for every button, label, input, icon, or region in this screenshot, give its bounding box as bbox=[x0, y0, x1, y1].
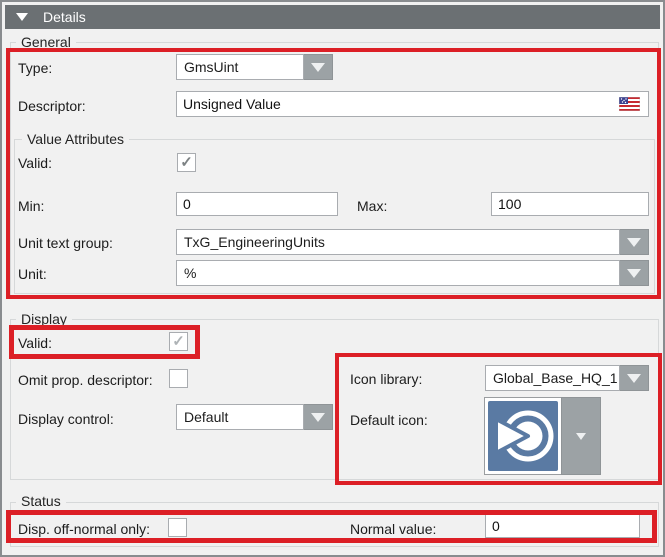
unit-text-group-label: Unit text group: bbox=[18, 235, 113, 251]
unit-dropdown-button[interactable] bbox=[620, 260, 649, 286]
normal-value-label: Normal value: bbox=[350, 521, 437, 537]
checkmark-icon: ✓ bbox=[180, 154, 193, 171]
icon-library-value[interactable]: Global_Base_HQ_1 bbox=[485, 365, 620, 391]
default-icon-label: Default icon: bbox=[350, 412, 428, 428]
display-valid-label: Valid: bbox=[18, 335, 52, 351]
chevron-down-icon bbox=[627, 268, 641, 278]
min-label: Min: bbox=[18, 198, 45, 214]
legend-value-attributes: Value Attributes bbox=[22, 131, 130, 147]
descriptor-label: Descriptor: bbox=[18, 98, 86, 114]
enter-circle-icon bbox=[488, 401, 558, 471]
type-label: Type: bbox=[18, 60, 53, 76]
default-icon-dropdown-button[interactable] bbox=[561, 397, 601, 475]
unit-label: Unit: bbox=[18, 266, 47, 282]
legend-general: General bbox=[16, 34, 76, 50]
disp-off-normal-only-checkbox[interactable] bbox=[168, 518, 187, 537]
chevron-down-icon bbox=[627, 237, 641, 247]
type-value[interactable]: GmsUint bbox=[176, 54, 304, 80]
display-control-label: Display control: bbox=[18, 411, 114, 427]
max-input[interactable] bbox=[491, 192, 649, 216]
descriptor-input[interactable] bbox=[176, 91, 649, 117]
default-icon-preview[interactable] bbox=[484, 397, 562, 475]
unit-text-group-value[interactable]: TxG_EngineeringUnits bbox=[176, 229, 620, 255]
icon-library-dropdown-button[interactable] bbox=[620, 365, 649, 391]
legend-display: Display bbox=[16, 311, 72, 327]
chevron-down-icon bbox=[627, 373, 641, 383]
display-valid-checkbox[interactable]: ✓ bbox=[169, 332, 188, 351]
unit-dropdown[interactable]: % bbox=[176, 260, 649, 286]
checkmark-icon: ✓ bbox=[172, 333, 185, 350]
us-flag-icon bbox=[619, 97, 640, 111]
unit-text-group-dropdown[interactable]: TxG_EngineeringUnits bbox=[176, 229, 649, 255]
unit-text-group-dropdown-button[interactable] bbox=[620, 229, 649, 255]
chevron-down-icon bbox=[311, 412, 325, 422]
type-dropdown-button[interactable] bbox=[304, 54, 333, 80]
chevron-down-icon bbox=[576, 432, 586, 440]
omit-prop-descriptor-checkbox[interactable] bbox=[169, 369, 188, 388]
type-dropdown[interactable]: GmsUint bbox=[176, 54, 333, 80]
max-label: Max: bbox=[357, 198, 388, 214]
icon-library-label: Icon library: bbox=[350, 371, 423, 387]
panel-title: Details bbox=[43, 9, 86, 25]
display-control-value[interactable]: Default bbox=[176, 404, 304, 430]
details-panel: Details General Value Attributes Display… bbox=[0, 0, 665, 557]
va-valid-checkbox[interactable]: ✓ bbox=[177, 153, 196, 172]
legend-status: Status bbox=[16, 493, 66, 509]
omit-prop-descriptor-label: Omit prop. descriptor: bbox=[18, 372, 153, 388]
icon-library-dropdown[interactable]: Global_Base_HQ_1 bbox=[485, 365, 649, 391]
details-header[interactable]: Details bbox=[5, 5, 660, 29]
unit-value[interactable]: % bbox=[176, 260, 620, 286]
collapse-triangle-icon[interactable] bbox=[16, 13, 28, 21]
disp-off-normal-only-label: Disp. off-normal only: bbox=[18, 521, 151, 537]
chevron-down-icon bbox=[311, 62, 325, 72]
display-control-dropdown-button[interactable] bbox=[304, 404, 333, 430]
normal-value-input[interactable] bbox=[485, 514, 640, 538]
min-input[interactable] bbox=[176, 192, 338, 216]
va-valid-label: Valid: bbox=[18, 155, 52, 171]
display-control-dropdown[interactable]: Default bbox=[176, 404, 333, 430]
